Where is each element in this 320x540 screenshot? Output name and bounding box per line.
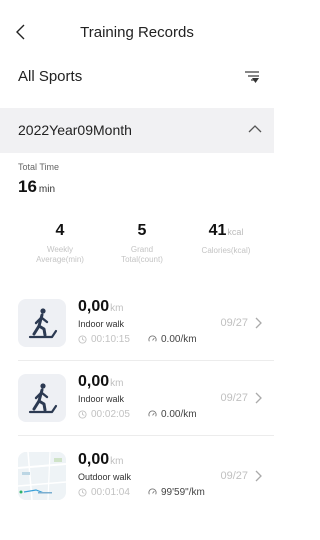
treadmill-walker-icon bbox=[28, 383, 58, 414]
distance-value: 0,00 bbox=[78, 373, 110, 390]
distance-unit: km bbox=[110, 456, 124, 467]
record-duration: 00:02:05 bbox=[78, 409, 130, 420]
stat-label-line2: Calories(kcal) bbox=[201, 246, 251, 255]
record-thumbnail bbox=[18, 452, 66, 500]
record-type: Indoor walk bbox=[78, 394, 125, 404]
stat-weekly-average: 4 Weekly Average(min) bbox=[14, 222, 106, 265]
stat-label-line1: Weekly bbox=[46, 245, 74, 254]
record-date: 09/27 bbox=[220, 317, 248, 329]
pace-value: 0.00/km bbox=[161, 334, 197, 345]
record-duration: 00:01:04 bbox=[78, 487, 130, 498]
stat-label: Calories(kcal) bbox=[180, 246, 272, 256]
record-distance: 0,00km bbox=[78, 298, 123, 316]
record-distance: 0,00km bbox=[78, 451, 123, 469]
record-pace: 0.00/km bbox=[148, 334, 197, 345]
record-item[interactable]: 0,00km Indoor walk 00:02:05 0.00/km 09/2… bbox=[0, 368, 274, 430]
clock-icon bbox=[78, 488, 87, 497]
page-title: Training Records bbox=[80, 24, 194, 41]
record-thumbnail bbox=[18, 374, 66, 422]
stat-number: 5 bbox=[137, 222, 147, 239]
filter-sort-icon[interactable] bbox=[244, 70, 260, 84]
record-item[interactable]: 0,00km Outdoor walk 00:01:04 99'59"/km 0… bbox=[0, 446, 274, 508]
clock-icon bbox=[78, 410, 87, 419]
month-section-header[interactable]: 2022Year09Month bbox=[0, 108, 274, 153]
record-type: Outdoor walk bbox=[78, 472, 132, 482]
stat-grand-total: 5 Grand Total(count) bbox=[96, 222, 188, 265]
treadmill-walker-icon bbox=[28, 308, 58, 339]
stat-label-line1: Grand bbox=[130, 245, 154, 254]
pace-value: 99'59"/km bbox=[161, 487, 205, 498]
distance-unit: km bbox=[110, 303, 124, 314]
total-time-value: 16 min bbox=[18, 177, 55, 197]
record-pace: 0.00/km bbox=[148, 409, 197, 420]
summary-stats: 4 Weekly Average(min) 5 Grand Total(coun… bbox=[0, 222, 274, 277]
speedometer-icon bbox=[148, 488, 157, 495]
record-date: 09/27 bbox=[220, 470, 248, 482]
stat-value: 4 bbox=[14, 222, 106, 240]
stat-label: Grand Total(count) bbox=[96, 245, 188, 265]
chevron-up-icon[interactable] bbox=[248, 123, 262, 135]
stat-label: Weekly Average(min) bbox=[14, 245, 106, 265]
distance-value: 0,00 bbox=[78, 451, 110, 468]
record-date: 09/27 bbox=[220, 392, 248, 404]
chevron-right-icon[interactable] bbox=[254, 392, 262, 404]
stat-label-line2: Average(min) bbox=[36, 255, 84, 264]
month-label: 2022Year09Month bbox=[18, 122, 132, 138]
speedometer-icon bbox=[148, 335, 157, 342]
speedometer-icon bbox=[148, 410, 157, 417]
stat-value: 5 bbox=[96, 222, 188, 240]
app-header: Training Records bbox=[0, 0, 274, 62]
clock-icon bbox=[78, 335, 87, 344]
stat-label-line2: Total(count) bbox=[121, 255, 163, 264]
duration-value: 00:02:05 bbox=[91, 409, 130, 420]
distance-value: 0,00 bbox=[78, 298, 110, 315]
record-thumbnail bbox=[18, 299, 66, 347]
pace-value: 0.00/km bbox=[161, 409, 197, 420]
stat-number: 4 bbox=[55, 222, 65, 239]
record-distance: 0,00km bbox=[78, 373, 123, 391]
sport-filter-label[interactable]: All Sports bbox=[18, 68, 82, 85]
list-divider bbox=[18, 360, 274, 361]
map-thumbnail-icon bbox=[18, 452, 66, 500]
total-time-number: 16 bbox=[18, 177, 37, 196]
stat-value: 41kcal bbox=[180, 222, 272, 241]
sport-filter-row[interactable]: All Sports bbox=[0, 62, 274, 106]
list-divider bbox=[18, 435, 274, 436]
stat-number: 41 bbox=[208, 222, 227, 239]
duration-value: 00:01:04 bbox=[91, 487, 130, 498]
distance-unit: km bbox=[110, 378, 124, 389]
stat-calories: 41kcal Calories(kcal) bbox=[180, 222, 272, 256]
record-item[interactable]: 0,00km Indoor walk 00:10:15 0.00/km 09/2… bbox=[0, 293, 274, 355]
record-pace: 99'59"/km bbox=[148, 487, 205, 498]
chevron-right-icon[interactable] bbox=[254, 317, 262, 329]
chevron-right-icon[interactable] bbox=[254, 470, 262, 482]
total-time-unit: min bbox=[38, 184, 56, 195]
record-type: Indoor walk bbox=[78, 319, 125, 329]
record-duration: 00:10:15 bbox=[78, 334, 130, 345]
duration-value: 00:10:15 bbox=[91, 334, 130, 345]
total-time-label: Total Time bbox=[18, 162, 60, 172]
stat-unit: kcal bbox=[227, 227, 244, 237]
